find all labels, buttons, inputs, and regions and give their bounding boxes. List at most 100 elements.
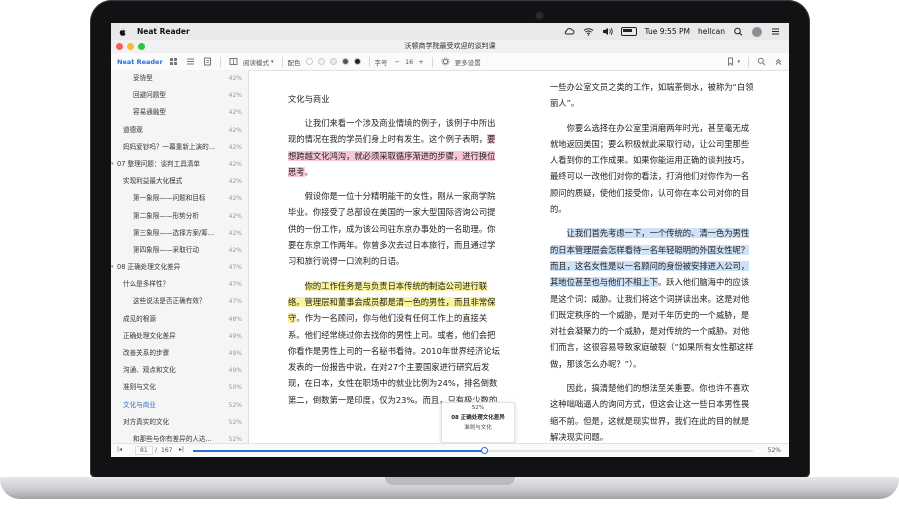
creative-cloud-icon[interactable]: [564, 27, 575, 36]
bookmark-icon[interactable]: [726, 57, 735, 66]
expand-toggle-icon[interactable]: ▾: [111, 259, 114, 276]
toc-item[interactable]: 改善关系的步骤 49%: [111, 345, 248, 362]
reading-page-right: 一些办公室文员之类的工作，如端茶倒水，被称为“白领丽人”。 你要么选择在办公室里…: [550, 79, 755, 453]
page-separator: /: [155, 447, 158, 454]
toc-item[interactable]: 妈妈爱钞吗？一幕重新上演的... 42%: [111, 139, 248, 156]
menubar-status-area: Tue 9:55 PM hellcan: [564, 26, 781, 37]
paragraph[interactable]: 你要么选择在办公室里消磨两年时光，甚至毫无成就地返回美国；要么积极就此采取行动，…: [550, 120, 755, 218]
toolbar-brand[interactable]: Neat Reader: [117, 58, 167, 66]
collapse-up-icon[interactable]: [774, 57, 783, 66]
toc-item[interactable]: 容易通融型 42%: [111, 104, 248, 121]
screen: Neat Reader Tue 9:55 PM hellcan 沃顿商学院最受欢…: [111, 23, 789, 457]
toc-item-label: 对方真实的文化: [123, 417, 170, 426]
menubar-user[interactable]: hellcan: [698, 27, 725, 36]
toc-item[interactable]: 妥协型 42%: [111, 70, 248, 87]
menubar-app-name[interactable]: Neat Reader: [137, 27, 190, 36]
toc-item[interactable]: 第二象限——形势分析 42%: [111, 208, 248, 225]
toc-item-label: 容易通融型: [133, 108, 166, 117]
toc-item[interactable]: 这些说法是否正确有效？ 47%: [111, 293, 248, 310]
notes-icon[interactable]: [203, 57, 212, 66]
paragraph[interactable]: 让我们首先考虑一下，一个传统的、清一色为男性的日本管理层会怎样看待一名年轻聪明的…: [550, 225, 755, 372]
toc-item-label: 和那些与你有差异的人达...: [133, 434, 212, 443]
toc-item[interactable]: 道德观 42%: [111, 122, 248, 139]
font-size-label: 字号: [374, 58, 388, 67]
font-increase-button[interactable]: +: [418, 58, 423, 66]
toc-item-percent: 47%: [228, 264, 242, 272]
color-swatch[interactable]: [317, 58, 325, 65]
toc-sidebar: 妥协型 42% 回避问题型 42% 容易通融型 42% 道德观 42% 妈妈爱钞吗？一幕重新上演…: [111, 70, 249, 443]
spotlight-search-icon[interactable]: [733, 27, 744, 36]
toc-item-label: 07 整理问题：谈判工具清单: [117, 159, 201, 168]
toc-item-percent: 48%: [228, 315, 242, 323]
prev-page-icon[interactable]: |◂: [117, 446, 122, 453]
toc-item-label: 实现利益最大化模式: [123, 177, 183, 186]
read-mode-icon[interactable]: [229, 57, 238, 66]
chevron-down-icon[interactable]: ▾: [737, 59, 740, 65]
toc-item-percent: 50%: [228, 384, 242, 392]
toc-item-percent: 49%: [228, 350, 242, 357]
toc-item-percent: 42%: [228, 178, 242, 186]
toc-item[interactable]: 第三象限——选择方案/筹... 42%: [111, 225, 248, 242]
siri-icon[interactable]: [752, 26, 762, 37]
close-window-button[interactable]: [116, 43, 123, 50]
paragraph[interactable]: 让我们来看一个涉及商业情境的例子，该例子中所出现的情况在我的学员们身上时有发生。…: [288, 115, 503, 180]
toolbar-right: ▾: [718, 56, 783, 67]
expand-toggle-icon[interactable]: ▾: [111, 156, 114, 173]
next-page-icon[interactable]: ▸|: [179, 446, 184, 453]
color-swatch[interactable]: [305, 58, 313, 65]
toc-item[interactable]: 实现利益最大化模式 42%: [111, 173, 248, 190]
reader-footer: |◂ 81 / 167 ▸| 52%: [111, 443, 789, 457]
notification-center-icon[interactable]: [770, 27, 781, 36]
reading-progress-bar[interactable]: [193, 447, 753, 454]
toc-item[interactable]: 什么是多样性？ 47%: [111, 276, 248, 293]
toc-item[interactable]: 准则与文化 50%: [111, 379, 248, 396]
paragraph[interactable]: 你的工作任务是与负责日本传统的制造公司进行联络。管理层和董事会成员都是清一色的男…: [288, 278, 503, 408]
minimize-window-button[interactable]: [127, 43, 134, 50]
font-decrease-button[interactable]: −: [395, 58, 400, 66]
page-number-input[interactable]: 81: [135, 446, 153, 455]
color-swatch[interactable]: [353, 58, 361, 65]
toc-item[interactable]: 和那些与你有差异的人达... 52%: [111, 431, 248, 443]
toc-item[interactable]: 第四象限——采取行动 42%: [111, 242, 248, 259]
volume-icon[interactable]: [602, 27, 613, 36]
settings-gear-icon[interactable]: [441, 57, 450, 66]
apple-icon[interactable]: [117, 27, 127, 37]
reading-page-left: 文化与商业 让我们来看一个涉及商业情境的例子，该例子中所出现的情况在我的学员们身…: [288, 93, 503, 416]
toc-item-percent: 42%: [228, 126, 242, 134]
paragraph[interactable]: 因此，搞清楚他们的想法至关重要。你也许不喜欢这种咄咄逼人的询问方式，但这会让这一…: [550, 380, 755, 445]
toc-item-percent: 47%: [228, 281, 242, 289]
toc-item[interactable]: 正确处理文化差异 49%: [111, 328, 248, 345]
color-swatch[interactable]: [341, 58, 349, 65]
wifi-icon[interactable]: [583, 27, 594, 36]
toc-item-label: 这些说法是否正确有效？: [133, 297, 206, 306]
menubar-clock[interactable]: Tue 9:55 PM: [645, 27, 690, 36]
paragraph[interactable]: 假设你是一位十分精明能干的女性，刚从一家商学院毕业。你接受了总部设在美国的一家大…: [288, 188, 503, 269]
toc-item[interactable]: 回避问题型 42%: [111, 87, 248, 104]
toc-item[interactable]: ▾ 07 整理问题：谈判工具清单 42%: [111, 156, 248, 173]
search-icon[interactable]: [757, 57, 766, 66]
toc-item[interactable]: 文化与商业 52%: [111, 397, 248, 414]
toc-item-label: 妥协型: [133, 74, 153, 82]
more-settings-button[interactable]: 更多设置: [455, 57, 481, 67]
progress-knob[interactable]: [480, 447, 488, 454]
read-mode-dropdown[interactable]: 阅读模式: [243, 57, 269, 67]
toolbar-divider: [281, 56, 283, 67]
battery-icon[interactable]: [620, 27, 637, 36]
toc-item-percent: 42%: [228, 246, 242, 254]
toc-item[interactable]: 沟通、观点和文化 49%: [111, 362, 248, 379]
window-title: 沃顿商学院最受欢迎的谈判课: [404, 42, 496, 50]
tooltip-section: 准则与文化: [464, 425, 492, 431]
zoom-window-button[interactable]: [138, 43, 145, 50]
macos-menubar: Neat Reader Tue 9:55 PM hellcan: [111, 23, 789, 41]
toc-item[interactable]: 对方真实的文化 52%: [111, 414, 248, 431]
chevron-down-icon[interactable]: ▾: [271, 59, 274, 65]
toc-item[interactable]: 第一象限——问题和目标 42%: [111, 190, 248, 207]
toolbar-divider: [220, 56, 221, 67]
library-icon[interactable]: [169, 57, 178, 66]
toc-item[interactable]: ▾ 08 正确处理文化差异 47%: [111, 259, 248, 276]
color-swatch[interactable]: [329, 58, 337, 65]
paragraph[interactable]: 一些办公室文员之类的工作，如端茶倒水，被称为“白领丽人”。: [550, 79, 755, 112]
toc-item[interactable]: 成见的根源 48%: [111, 311, 248, 328]
toc-item-label: 08 正确处理文化差异: [117, 263, 181, 272]
table-of-contents-icon[interactable]: [186, 57, 195, 66]
